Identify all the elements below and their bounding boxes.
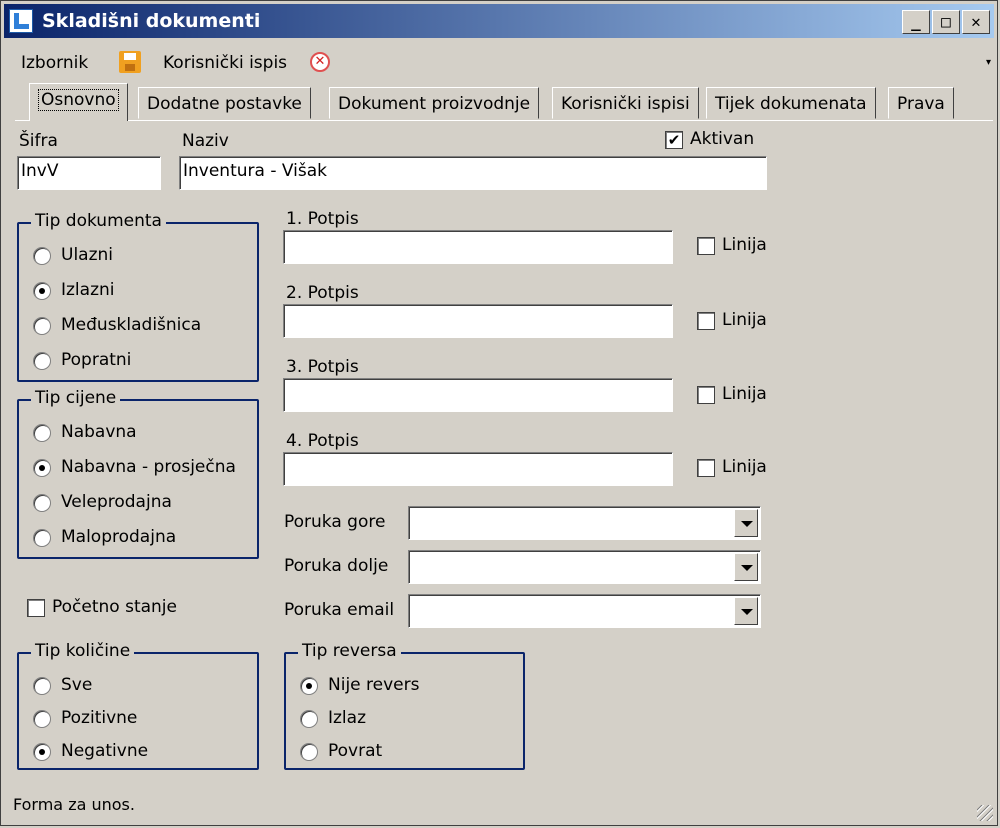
menu-korisnicki-ispis[interactable]: Korisnički ispis [163,53,287,73]
tip-dokumenta-title: Tip dokumenta [31,211,166,231]
sifra-label: Šifra [19,131,58,151]
potpis-4-linija-label: Linija [722,457,767,477]
save-icon[interactable] [119,51,141,73]
potpis-1-label: 1. Potpis [286,209,359,229]
tab-divider [15,120,993,121]
tip-kolicine-title: Tip količine [31,641,135,661]
resize-grip-icon[interactable] [977,805,993,821]
poruka-email-select[interactable] [408,594,761,628]
potpis-2-linija-checkbox[interactable] [697,312,715,330]
potpis-3-label: 3. Potpis [286,357,359,377]
poruka-gore-select[interactable] [408,506,761,540]
menu-bar: Izbornik Korisnički ispis ✕ ▾ [1,45,999,81]
potpis-1-linija-checkbox[interactable] [697,237,715,255]
tab-tijek-dokumenata[interactable]: Tijek dokumenata [706,87,876,119]
poruka-gore-label: Poruka gore [284,512,386,532]
potpis-4-linija-checkbox[interactable] [697,459,715,477]
poruka-dolje-label: Poruka dolje [284,556,389,576]
aktivan-label: Aktivan [690,129,755,149]
pocetno-stanje-label: Početno stanje [52,597,177,617]
window-title: Skladišni dokumenti [42,10,261,32]
naziv-input[interactable]: Inventura - Višak [179,156,767,190]
chevron-down-icon[interactable] [734,553,758,581]
tab-osnovno[interactable]: Osnovno [29,83,128,121]
app-icon [9,9,33,33]
status-text: Forma za unos. [13,795,135,814]
potpis-2-label: 2. Potpis [286,283,359,303]
potpis-3-input[interactable] [283,378,673,412]
toolbar-overflow-icon[interactable]: ▾ [986,57,991,68]
aktivan-checkbox[interactable]: ✔ [665,131,683,149]
potpis-1-input[interactable] [283,230,673,264]
minimize-button[interactable]: _ [902,10,930,34]
window: Skladišni dokumenti _ □ ✕ Izbornik Koris… [0,0,998,826]
tip-cijene-title: Tip cijene [31,388,121,408]
menu-izbornik[interactable]: Izbornik [21,53,88,73]
close-window-button[interactable]: ✕ [962,10,990,34]
tip-dokumenta-group: Tip dokumenta Ulazni Izlazni Međuskladiš… [17,211,259,382]
cancel-icon[interactable]: ✕ [310,52,330,72]
title-bar[interactable]: Skladišni dokumenti _ □ ✕ [4,4,994,38]
tab-korisnicki-ispisi[interactable]: Korisnički ispisi [552,87,699,119]
potpis-3-linija-label: Linija [722,384,767,404]
tab-label: Osnovno [38,89,119,111]
potpis-1-linija-label: Linija [722,235,767,255]
potpis-2-linija-label: Linija [722,310,767,330]
tab-dokument-proizvodnje[interactable]: Dokument proizvodnje [329,87,540,119]
pocetno-stanje-checkbox[interactable] [27,599,45,617]
tab-dodatne-postavke[interactable]: Dodatne postavke [138,87,311,119]
tab-prava[interactable]: Prava [888,87,954,119]
tip-reversa-group: Tip reversa Nije revers Izlaz Povrat [284,641,525,770]
potpis-4-label: 4. Potpis [286,431,359,451]
chevron-down-icon[interactable] [734,509,758,537]
tip-reversa-title: Tip reversa [298,641,401,661]
potpis-3-linija-checkbox[interactable] [697,386,715,404]
naziv-label: Naziv [182,131,229,151]
poruka-dolje-select[interactable] [408,550,761,584]
tip-kolicine-group: Tip količine Sve Pozitivne Negativne [17,641,259,770]
sifra-input[interactable]: InvV [17,156,161,190]
poruka-email-label: Poruka email [284,600,395,620]
potpis-4-input[interactable] [283,452,673,486]
potpis-2-input[interactable] [283,304,673,338]
tab-strip: Osnovno Dodatne postavke Dokument proizv… [15,83,995,121]
tip-cijene-group: Tip cijene Nabavna Nabavna - prosječna V… [17,388,259,559]
chevron-down-icon[interactable] [734,597,758,625]
maximize-button[interactable]: □ [932,10,960,34]
